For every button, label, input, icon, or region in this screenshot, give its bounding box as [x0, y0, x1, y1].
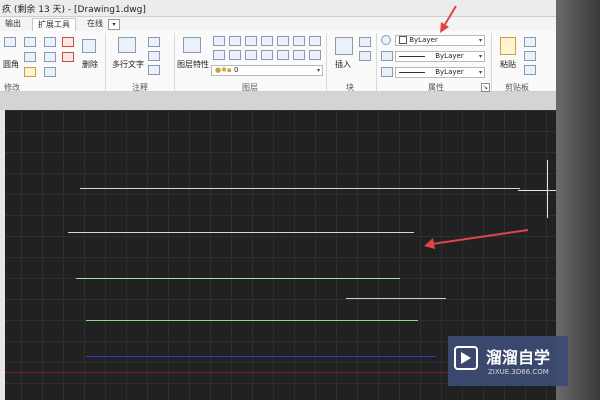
watermark-logo: 溜溜自学 ZIXUE.3D66.COM [448, 336, 568, 386]
logo-triangle-icon [461, 352, 471, 364]
arrow-to-line [431, 229, 529, 245]
arrow-to-color-dropdown [443, 5, 457, 27]
watermark-name: 溜溜自学 [486, 348, 551, 367]
arrow-head [424, 238, 435, 249]
watermark-url: ZIXUE.3D66.COM [488, 368, 549, 376]
